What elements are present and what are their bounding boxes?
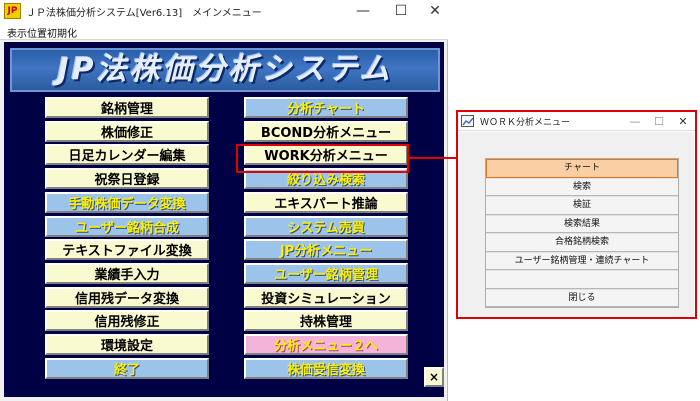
- work-menu-list: チャート 検索 検証 検索結果 合格銘柄検索 ユーザー銘柄管理・連続チャート 閉じる: [485, 158, 679, 308]
- sub-minimize-button[interactable]: —: [622, 112, 648, 131]
- work-menu-item[interactable]: 検索結果: [486, 214, 678, 233]
- work-menu-item[interactable]: 検索: [486, 177, 678, 196]
- sub-titlebar: ＷＯＲＫ分析メニュー — ☐ ✕: [458, 112, 695, 131]
- sub-window-body: チャート 検索 検証 検索結果 合格銘柄検索 ユーザー銘柄管理・連続チャート 閉じる: [459, 132, 694, 317]
- sub-close-button[interactable]: ✕: [670, 112, 696, 131]
- work-menu-item[interactable]: 合格銘柄検索: [486, 233, 678, 252]
- sub-maximize-button[interactable]: ☐: [646, 112, 672, 131]
- work-menu-item[interactable]: 閉じる: [486, 288, 678, 307]
- work-menu-window: ＷＯＲＫ分析メニュー — ☐ ✕ チャート 検索 検証 検索結果 合格銘柄検索 ユーザー銘…: [456, 110, 697, 319]
- chart-icon: [461, 115, 474, 127]
- work-menu-item[interactable]: ユーザー銘柄管理・連続チャート: [486, 251, 678, 270]
- sub-window-title: ＷＯＲＫ分析メニュー: [480, 118, 571, 128]
- work-menu-item[interactable]: チャート: [486, 159, 678, 178]
- work-menu-item[interactable]: 検証: [486, 196, 678, 215]
- work-menu-item-empty[interactable]: [486, 270, 678, 289]
- screen: JP ＪＰ法株価分析システム[Ver6.13] メインメニュー — ☐ ✕ 表示…: [0, 0, 700, 401]
